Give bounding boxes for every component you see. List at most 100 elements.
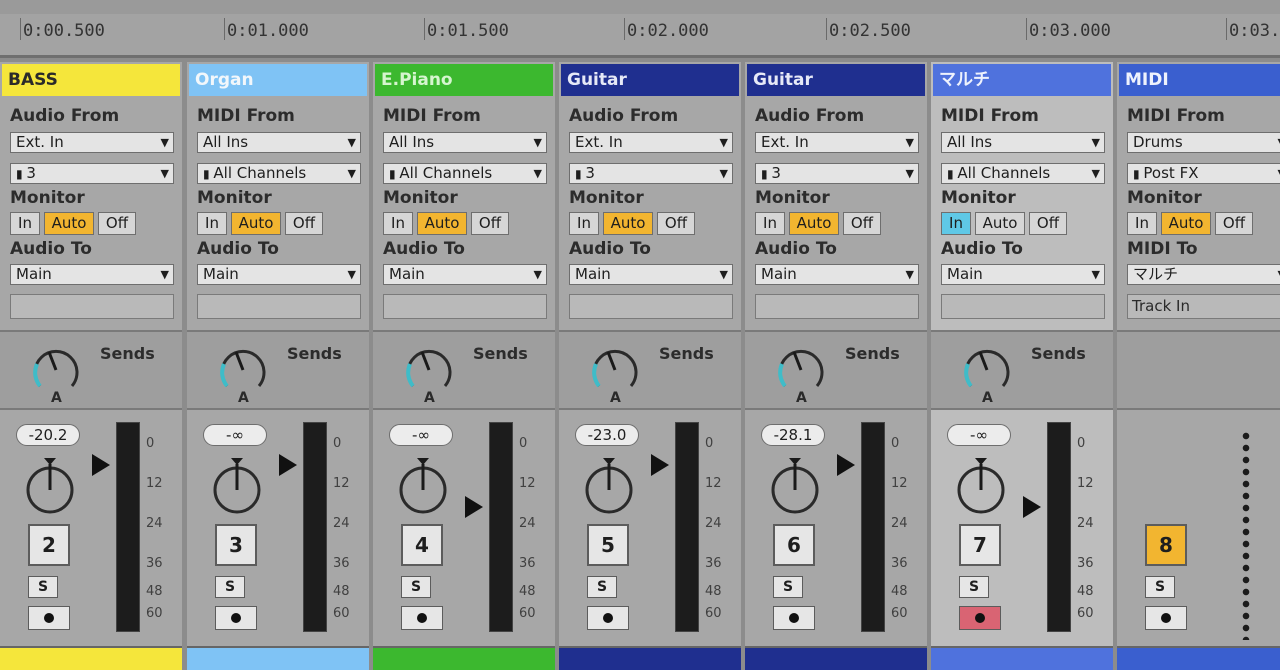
arm-record-button[interactable] xyxy=(587,606,629,630)
monitor-off-button[interactable]: Off xyxy=(1029,212,1067,235)
output-type-dropdown[interactable]: Main ▼ xyxy=(569,264,733,285)
solo-button[interactable]: S xyxy=(28,576,58,598)
output-channel-box[interactable] xyxy=(569,294,733,319)
monitor-off-button[interactable]: Off xyxy=(98,212,136,235)
track-activator-button[interactable]: 7 xyxy=(959,524,1001,566)
track-activator-button[interactable]: 8 xyxy=(1145,524,1187,566)
track-activator-button[interactable]: 4 xyxy=(401,524,443,566)
track-strip[interactable]: Organ MIDI From All Ins ▼ ▮ All Channels ▼ Mon… xyxy=(187,62,369,670)
input-channel-dropdown[interactable]: ▮ All Channels ▼ xyxy=(941,163,1105,184)
monitor-in-button[interactable]: In xyxy=(10,212,40,235)
monitor-in-button[interactable]: In xyxy=(1127,212,1157,235)
output-type-dropdown[interactable]: Main ▼ xyxy=(197,264,361,285)
send-a-knob[interactable]: A xyxy=(579,336,649,406)
track-activator-button[interactable]: 5 xyxy=(587,524,629,566)
track-strip[interactable]: Guitar Audio From Ext. In ▼ ▮ 3 ▼ Monitor In Aut… xyxy=(745,62,927,670)
pan-knob[interactable] xyxy=(18,454,82,518)
monitor-off-button[interactable]: Off xyxy=(843,212,881,235)
monitor-off-button[interactable]: Off xyxy=(471,212,509,235)
monitor-auto-button[interactable]: Auto xyxy=(231,212,281,235)
monitor-auto-button[interactable]: Auto xyxy=(1161,212,1211,235)
volume-fader-marker[interactable] xyxy=(837,454,855,476)
input-channel-dropdown[interactable]: ▮ All Channels ▼ xyxy=(197,163,361,184)
arm-record-button[interactable] xyxy=(959,606,1001,630)
solo-button[interactable]: S xyxy=(215,576,245,598)
track-activator-button[interactable]: 2 xyxy=(28,524,70,566)
input-type-dropdown[interactable]: All Ins ▼ xyxy=(383,132,547,153)
monitor-auto-button[interactable]: Auto xyxy=(603,212,653,235)
arm-record-button[interactable] xyxy=(401,606,443,630)
input-type-dropdown[interactable]: Ext. In ▼ xyxy=(569,132,733,153)
input-type-dropdown[interactable]: All Ins ▼ xyxy=(197,132,361,153)
output-type-dropdown[interactable]: Main ▼ xyxy=(10,264,174,285)
output-type-dropdown[interactable]: Main ▼ xyxy=(941,264,1105,285)
pan-knob[interactable] xyxy=(763,454,827,518)
track-title[interactable]: Guitar xyxy=(747,64,925,96)
output-channel-box[interactable] xyxy=(10,294,174,319)
track-title[interactable]: BASS xyxy=(2,64,180,96)
monitor-in-button[interactable]: In xyxy=(197,212,227,235)
track-title[interactable]: マルチ xyxy=(933,64,1111,96)
arm-record-button[interactable] xyxy=(215,606,257,630)
input-type-dropdown[interactable]: Ext. In ▼ xyxy=(10,132,174,153)
output-channel-box[interactable]: Track In xyxy=(1127,294,1280,319)
volume-fader-marker[interactable] xyxy=(279,454,297,476)
solo-button[interactable]: S xyxy=(959,576,989,598)
output-type-dropdown[interactable]: Main ▼ xyxy=(383,264,547,285)
track-title[interactable]: Organ xyxy=(189,64,367,96)
track-activator-button[interactable]: 6 xyxy=(773,524,815,566)
monitor-in-button[interactable]: In xyxy=(569,212,599,235)
volume-display[interactable]: -20.2 xyxy=(16,424,80,446)
track-strip[interactable]: E.Piano MIDI From All Ins ▼ ▮ All Channels ▼ M… xyxy=(373,62,555,670)
output-channel-box[interactable] xyxy=(197,294,361,319)
track-strip[interactable]: マルチ MIDI From All Ins ▼ ▮ All Channels ▼ Monit… xyxy=(931,62,1113,670)
arm-record-button[interactable] xyxy=(773,606,815,630)
monitor-in-button[interactable]: In xyxy=(755,212,785,235)
send-a-knob[interactable]: A xyxy=(765,336,835,406)
volume-display[interactable]: -∞ xyxy=(389,424,453,446)
pan-knob[interactable] xyxy=(391,454,455,518)
monitor-in-button[interactable]: In xyxy=(383,212,413,235)
volume-fader-marker[interactable] xyxy=(465,496,483,518)
input-type-dropdown[interactable]: Ext. In ▼ xyxy=(755,132,919,153)
monitor-auto-button[interactable]: Auto xyxy=(789,212,839,235)
volume-fader-marker[interactable] xyxy=(651,454,669,476)
monitor-off-button[interactable]: Off xyxy=(1215,212,1253,235)
volume-display[interactable]: -28.1 xyxy=(761,424,825,446)
input-channel-dropdown[interactable]: ▮ Post FX▼ xyxy=(1127,163,1280,184)
input-type-dropdown[interactable]: Drums▼ xyxy=(1127,132,1280,153)
monitor-in-button[interactable]: In xyxy=(941,212,971,235)
track-strip[interactable]: BASS Audio From Ext. In ▼ ▮ 3 ▼ Monitor In Auto O… xyxy=(0,62,182,670)
solo-button[interactable]: S xyxy=(1145,576,1175,598)
arm-record-button[interactable] xyxy=(28,606,70,630)
timeline-ruler[interactable]: 0:00.500 0:01.000 0:01.500 0:02.000 0:02.500… xyxy=(0,0,1280,58)
solo-button[interactable]: S xyxy=(773,576,803,598)
output-type-dropdown[interactable]: マルチ▼ xyxy=(1127,264,1280,285)
send-a-knob[interactable]: A xyxy=(207,336,277,406)
volume-fader-marker[interactable] xyxy=(92,454,110,476)
input-channel-dropdown[interactable]: ▮ 3 ▼ xyxy=(10,163,174,184)
track-strip[interactable]: MIDI MIDI From Drums▼ ▮ Post FX▼ Monitor InAu… xyxy=(1117,62,1280,670)
track-activator-button[interactable]: 3 xyxy=(215,524,257,566)
arm-record-button[interactable] xyxy=(1145,606,1187,630)
output-channel-box[interactable] xyxy=(941,294,1105,319)
pan-knob[interactable] xyxy=(577,454,641,518)
volume-display[interactable]: -∞ xyxy=(947,424,1011,446)
input-type-dropdown[interactable]: All Ins ▼ xyxy=(941,132,1105,153)
output-type-dropdown[interactable]: Main ▼ xyxy=(755,264,919,285)
volume-display[interactable]: -∞ xyxy=(203,424,267,446)
input-channel-dropdown[interactable]: ▮ All Channels ▼ xyxy=(383,163,547,184)
monitor-auto-button[interactable]: Auto xyxy=(417,212,467,235)
monitor-off-button[interactable]: Off xyxy=(285,212,323,235)
monitor-auto-button[interactable]: Auto xyxy=(975,212,1025,235)
track-strip[interactable]: Guitar Audio From Ext. In ▼ ▮ 3 ▼ Monitor In Aut… xyxy=(559,62,741,670)
monitor-off-button[interactable]: Off xyxy=(657,212,695,235)
output-channel-box[interactable] xyxy=(755,294,919,319)
pan-knob[interactable] xyxy=(949,454,1013,518)
input-channel-dropdown[interactable]: ▮ 3 ▼ xyxy=(569,163,733,184)
output-channel-box[interactable] xyxy=(383,294,547,319)
send-a-knob[interactable]: A xyxy=(951,336,1021,406)
send-a-knob[interactable]: A xyxy=(393,336,463,406)
pan-knob[interactable] xyxy=(205,454,269,518)
volume-fader-marker[interactable] xyxy=(1023,496,1041,518)
